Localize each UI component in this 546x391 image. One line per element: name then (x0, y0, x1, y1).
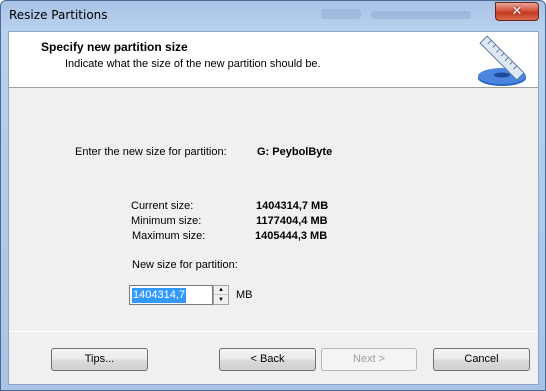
current-size-value: 1404314,7 MB (256, 200, 329, 212)
page-subtitle: Indicate what the size of the new partit… (65, 58, 321, 70)
stepper-down-button[interactable]: ▼ (214, 295, 228, 304)
page-title: Specify new partition size (41, 40, 188, 54)
title-bar[interactable]: Resize Partitions ✕ (1, 1, 545, 31)
wizard-panel: Specify new partition size Indicate what… (8, 31, 539, 385)
close-icon: ✕ (511, 4, 523, 19)
back-button[interactable]: < Back (219, 348, 316, 371)
cancel-button[interactable]: Cancel (433, 348, 530, 371)
partition-prompt-label: Enter the new size for partition: (75, 146, 227, 158)
triangle-down-icon: ▼ (218, 296, 224, 303)
wizard-header: Specify new partition size Indicate what… (9, 32, 538, 88)
back-button-label: < Back (250, 353, 285, 365)
minimum-size-label: Minimum size: (131, 215, 202, 227)
next-button[interactable]: Next > (321, 348, 417, 371)
stepper-buttons: ▲ ▼ (213, 285, 229, 305)
stepper-up-button[interactable]: ▲ (214, 286, 228, 295)
new-size-unit: MB (236, 289, 253, 301)
close-button[interactable]: ✕ (495, 2, 539, 21)
next-button-label: Next > (352, 353, 386, 365)
minimum-size-value: 1177404,4 MB (256, 215, 328, 227)
cancel-button-label: Cancel (464, 353, 499, 365)
triangle-up-icon: ▲ (218, 287, 224, 293)
new-size-stepper: 1404314,7 ▲ ▼ (129, 285, 229, 305)
new-size-input[interactable]: 1404314,7 (129, 285, 213, 305)
maximum-size-value: 1405444,3 MB (255, 230, 328, 242)
new-size-input-value: 1404314,7 (132, 288, 186, 303)
ruler-disk-icon (478, 35, 526, 86)
current-size-label: Current size: (131, 200, 194, 212)
footer-divider (9, 331, 538, 332)
resize-partitions-window: Resize Partitions ✕ Specify new partitio… (0, 0, 546, 391)
maximum-size-label: Maximum size: (132, 230, 206, 242)
tips-button[interactable]: Tips... (51, 348, 148, 371)
window-title: Resize Partitions (9, 8, 108, 22)
tips-button-label: Tips... (84, 353, 115, 365)
new-size-label: New size for partition: (132, 259, 238, 271)
partition-name: G: PeybolByte (257, 146, 333, 158)
background-window-blur (321, 5, 481, 27)
